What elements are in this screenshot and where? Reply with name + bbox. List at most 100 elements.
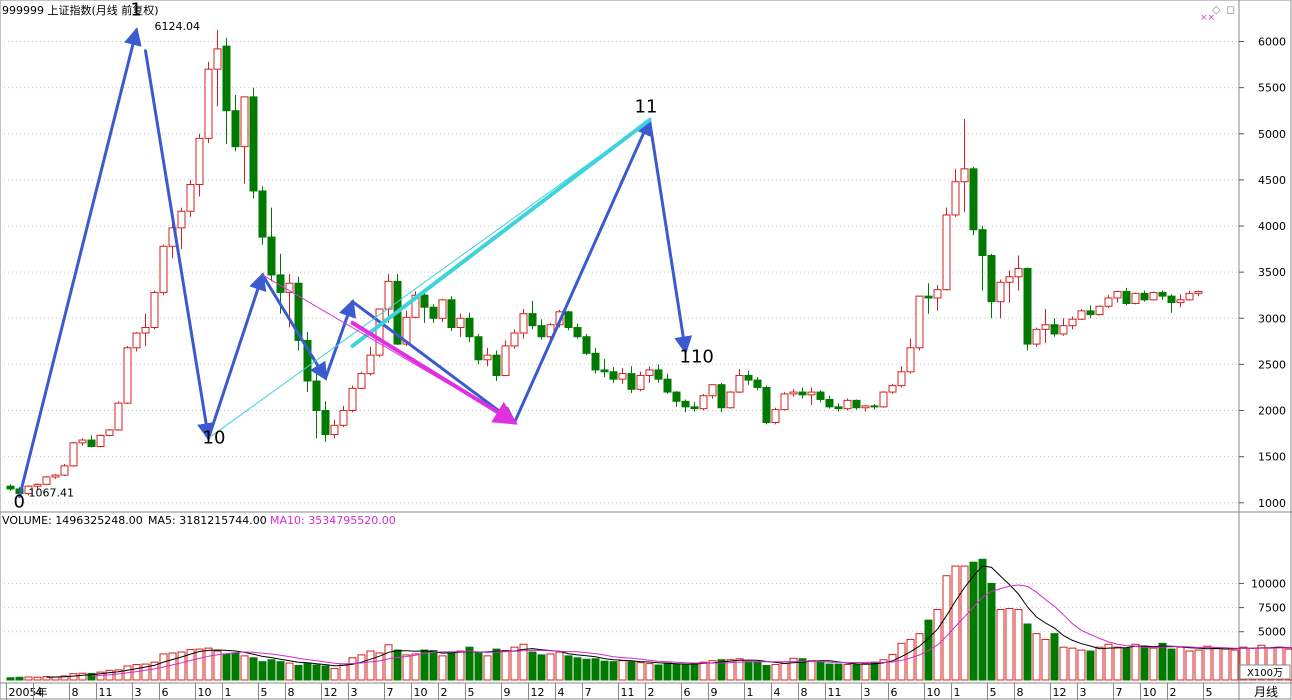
volume-bar: [1095, 646, 1104, 681]
time-tick-label: 10: [1143, 686, 1157, 699]
volume-bar: [1041, 638, 1050, 681]
volume-bar: [420, 649, 429, 681]
candle-body: [510, 332, 519, 347]
volume-bar: [1185, 650, 1194, 681]
candle-body: [348, 387, 357, 412]
candle-body: [1095, 305, 1104, 316]
candle-body: [123, 347, 132, 404]
candle-body: [924, 295, 933, 299]
candle-body: [960, 168, 969, 183]
time-tick-label: 1: [954, 686, 961, 699]
maximize-icon[interactable]: ◻: [1226, 3, 1235, 16]
candle-body: [888, 385, 897, 393]
candle-body: [1086, 310, 1095, 316]
candle-body: [177, 210, 186, 229]
volume-bar: [1221, 648, 1230, 681]
candle-body: [114, 402, 123, 431]
ma5-label: MA5: 3181215744.00: [148, 514, 267, 527]
volume-bar: [1131, 643, 1140, 681]
volume-bar: [969, 561, 978, 681]
price-grid: [0, 41, 1239, 504]
candle-body: [690, 406, 699, 410]
price-tick-label: 1000: [1258, 497, 1286, 510]
volume-bar: [393, 649, 402, 681]
candle-body: [627, 373, 636, 390]
volume-bar: [564, 655, 573, 681]
candle-body: [96, 434, 105, 448]
candle-body: [312, 380, 321, 412]
price-tick-label: 3000: [1258, 312, 1286, 325]
candle-body: [825, 398, 834, 408]
volume-bar: [204, 647, 213, 681]
volume-bar: [591, 658, 600, 681]
time-tick-label: 11: [621, 686, 635, 699]
candle-body: [1176, 299, 1185, 304]
volume-bar: [276, 661, 285, 681]
volume-bar: [816, 661, 825, 681]
candle-body: [681, 400, 690, 408]
volume-bar: [951, 565, 960, 681]
volume-bar: [384, 644, 393, 681]
candle-body: [1122, 291, 1131, 305]
volume-bar: [15, 676, 24, 681]
time-tick-label: 10: [198, 686, 212, 699]
candle-body: [87, 439, 96, 448]
volume-bar: [249, 657, 258, 681]
kline-chart[interactable]: 16124.040 1067.411011110 1000150020002500…: [0, 0, 1292, 700]
wave-line: [261, 273, 328, 381]
volume-bar: [1149, 647, 1158, 681]
candle-body: [186, 184, 195, 212]
volume-grid: [0, 582, 1239, 633]
time-tick-label: 5: [1206, 686, 1213, 699]
volume-bar: [483, 655, 492, 681]
time-tick-label: 12: [324, 686, 338, 699]
candle-body: [537, 325, 546, 338]
candle-body: [1104, 297, 1113, 307]
volume-bar: [573, 657, 582, 681]
volume-bar: [303, 663, 312, 681]
candle-body: [933, 289, 942, 299]
wave-line: [324, 298, 356, 380]
volume-bar: [1122, 647, 1131, 681]
candle-body: [798, 391, 807, 396]
volume-bar: [897, 642, 906, 681]
price-tick-label: 4500: [1258, 174, 1286, 187]
volume-bar: [681, 664, 690, 681]
time-tick-label: 9: [504, 686, 511, 699]
wave-line: [208, 119, 650, 439]
volume-bar: [1014, 609, 1023, 681]
volume-bar: [870, 661, 879, 681]
volume-bar: [348, 657, 357, 681]
volume-bar: [78, 672, 87, 681]
time-tick-label: 5: [468, 686, 475, 699]
volume-bar: [240, 655, 249, 681]
volume-bar: [438, 655, 447, 681]
volume-bar: [1158, 642, 1167, 681]
price-axis: 1000 1500 2000 2500 3000 3500 4000 4500 5000 5500…: [1239, 36, 1286, 510]
volume-bar: [960, 565, 969, 681]
candle-body: [906, 347, 915, 373]
volume-bar: [906, 638, 915, 681]
annotation-label: 0: [14, 491, 25, 512]
time-tick-label: 6: [162, 686, 169, 699]
candle-body: [582, 336, 591, 354]
volume-bar: [1086, 650, 1095, 681]
volume-bar: [1032, 633, 1041, 681]
candle-body: [987, 255, 996, 303]
volume-bar: [1023, 623, 1032, 681]
volume-bar: [852, 664, 861, 681]
candle-body: [330, 424, 339, 436]
candle-body: [69, 442, 78, 467]
candle-body: [132, 332, 141, 349]
volume-bar: [627, 661, 636, 681]
price-tick-label: 5000: [1258, 128, 1286, 141]
candle-body: [879, 391, 888, 408]
candle-body: [771, 409, 780, 424]
volume-bar: [69, 673, 78, 681]
volume-bar: [231, 652, 240, 681]
wave-line: [207, 272, 267, 440]
candle-body: [663, 378, 672, 393]
marker-icon: ××: [1200, 13, 1216, 23]
volume-bar: [168, 652, 177, 681]
volume-bar: [1113, 646, 1122, 681]
